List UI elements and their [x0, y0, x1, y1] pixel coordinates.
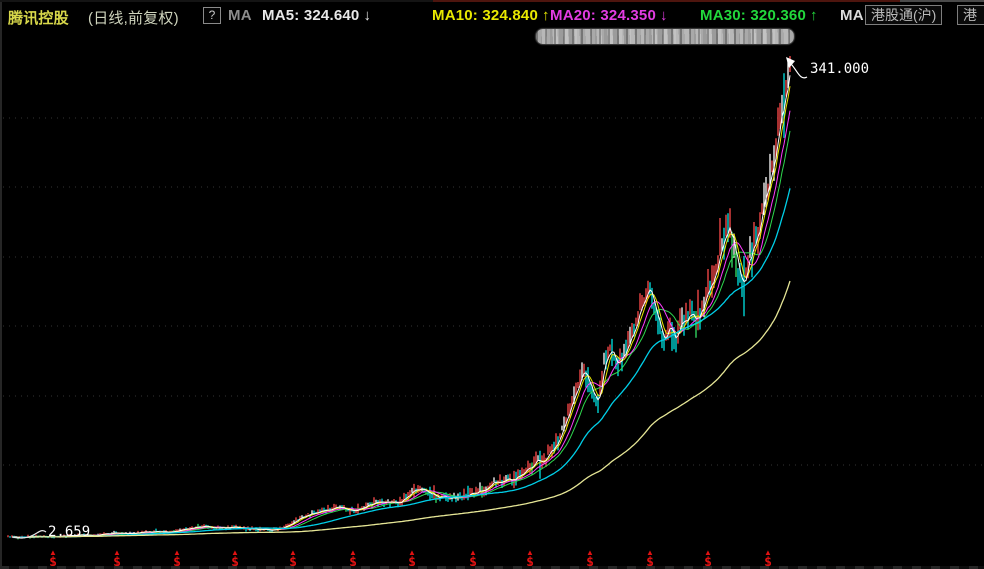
ma30-value: 320.360: [750, 7, 806, 24]
ma20-legend: MA20: 324.350↓: [550, 7, 668, 24]
ma20-value: 324.350: [600, 7, 656, 24]
ma10-legend: MA10: 324.840↑: [432, 7, 550, 24]
ma5-line: [12, 75, 790, 537]
candles-up: [8, 56, 790, 539]
chart-left-border: [0, 0, 2, 569]
stock-name: 腾讯控股: [8, 7, 69, 28]
ma30-label: MA30:: [700, 7, 746, 24]
ma-indicator-toggle[interactable]: MA: [228, 7, 252, 24]
ma10-label: MA10:: [432, 7, 478, 24]
candles-green: [18, 232, 736, 540]
ma5-legend: MA5: 324.640↓: [262, 7, 371, 24]
chart-header-bar: 腾讯控股 (日线,前复权) ? MA MA5: 324.640↓ MA10: 3…: [0, 0, 984, 28]
hk-connect-sh-button[interactable]: 港股通(沪): [865, 5, 942, 25]
ma30-legend: MA30: 320.360↑: [700, 7, 818, 24]
ma10-trend-arrow-icon: ↑: [538, 7, 550, 24]
legend-overflow-text: MA: [840, 7, 864, 24]
ma30-trend-arrow-icon: ↑: [806, 7, 818, 24]
help-button[interactable]: ?: [203, 7, 221, 24]
price-chart-canvas[interactable]: ▲$▲$▲$▲$▲$▲$▲$▲$▲$▲$▲$▲$▲$: [0, 0, 984, 569]
ma20-trend-arrow-icon: ↓: [656, 7, 668, 24]
ma20-label: MA20:: [550, 7, 596, 24]
ma5-trend-arrow-icon: ↓: [359, 7, 371, 24]
redacted-text-overlay: [536, 29, 794, 44]
ma10-line: [14, 86, 790, 537]
hk-connect-sz-button[interactable]: 港: [957, 5, 984, 25]
ma60-line: [20, 188, 790, 537]
peak-price-annotation: 341.000: [810, 61, 869, 77]
ma5-value: 324.640: [304, 7, 360, 24]
chart-mode-label: (日线,前复权): [88, 7, 179, 28]
ma10-value: 324.840: [482, 7, 538, 24]
candles-down: [10, 73, 784, 538]
start-price-annotation: 2.659: [48, 524, 90, 540]
ma20-line: [16, 111, 790, 538]
peak-annotation-arrow: [791, 64, 807, 78]
ma5-label: MA5:: [262, 7, 299, 24]
candles-white: [26, 60, 788, 538]
